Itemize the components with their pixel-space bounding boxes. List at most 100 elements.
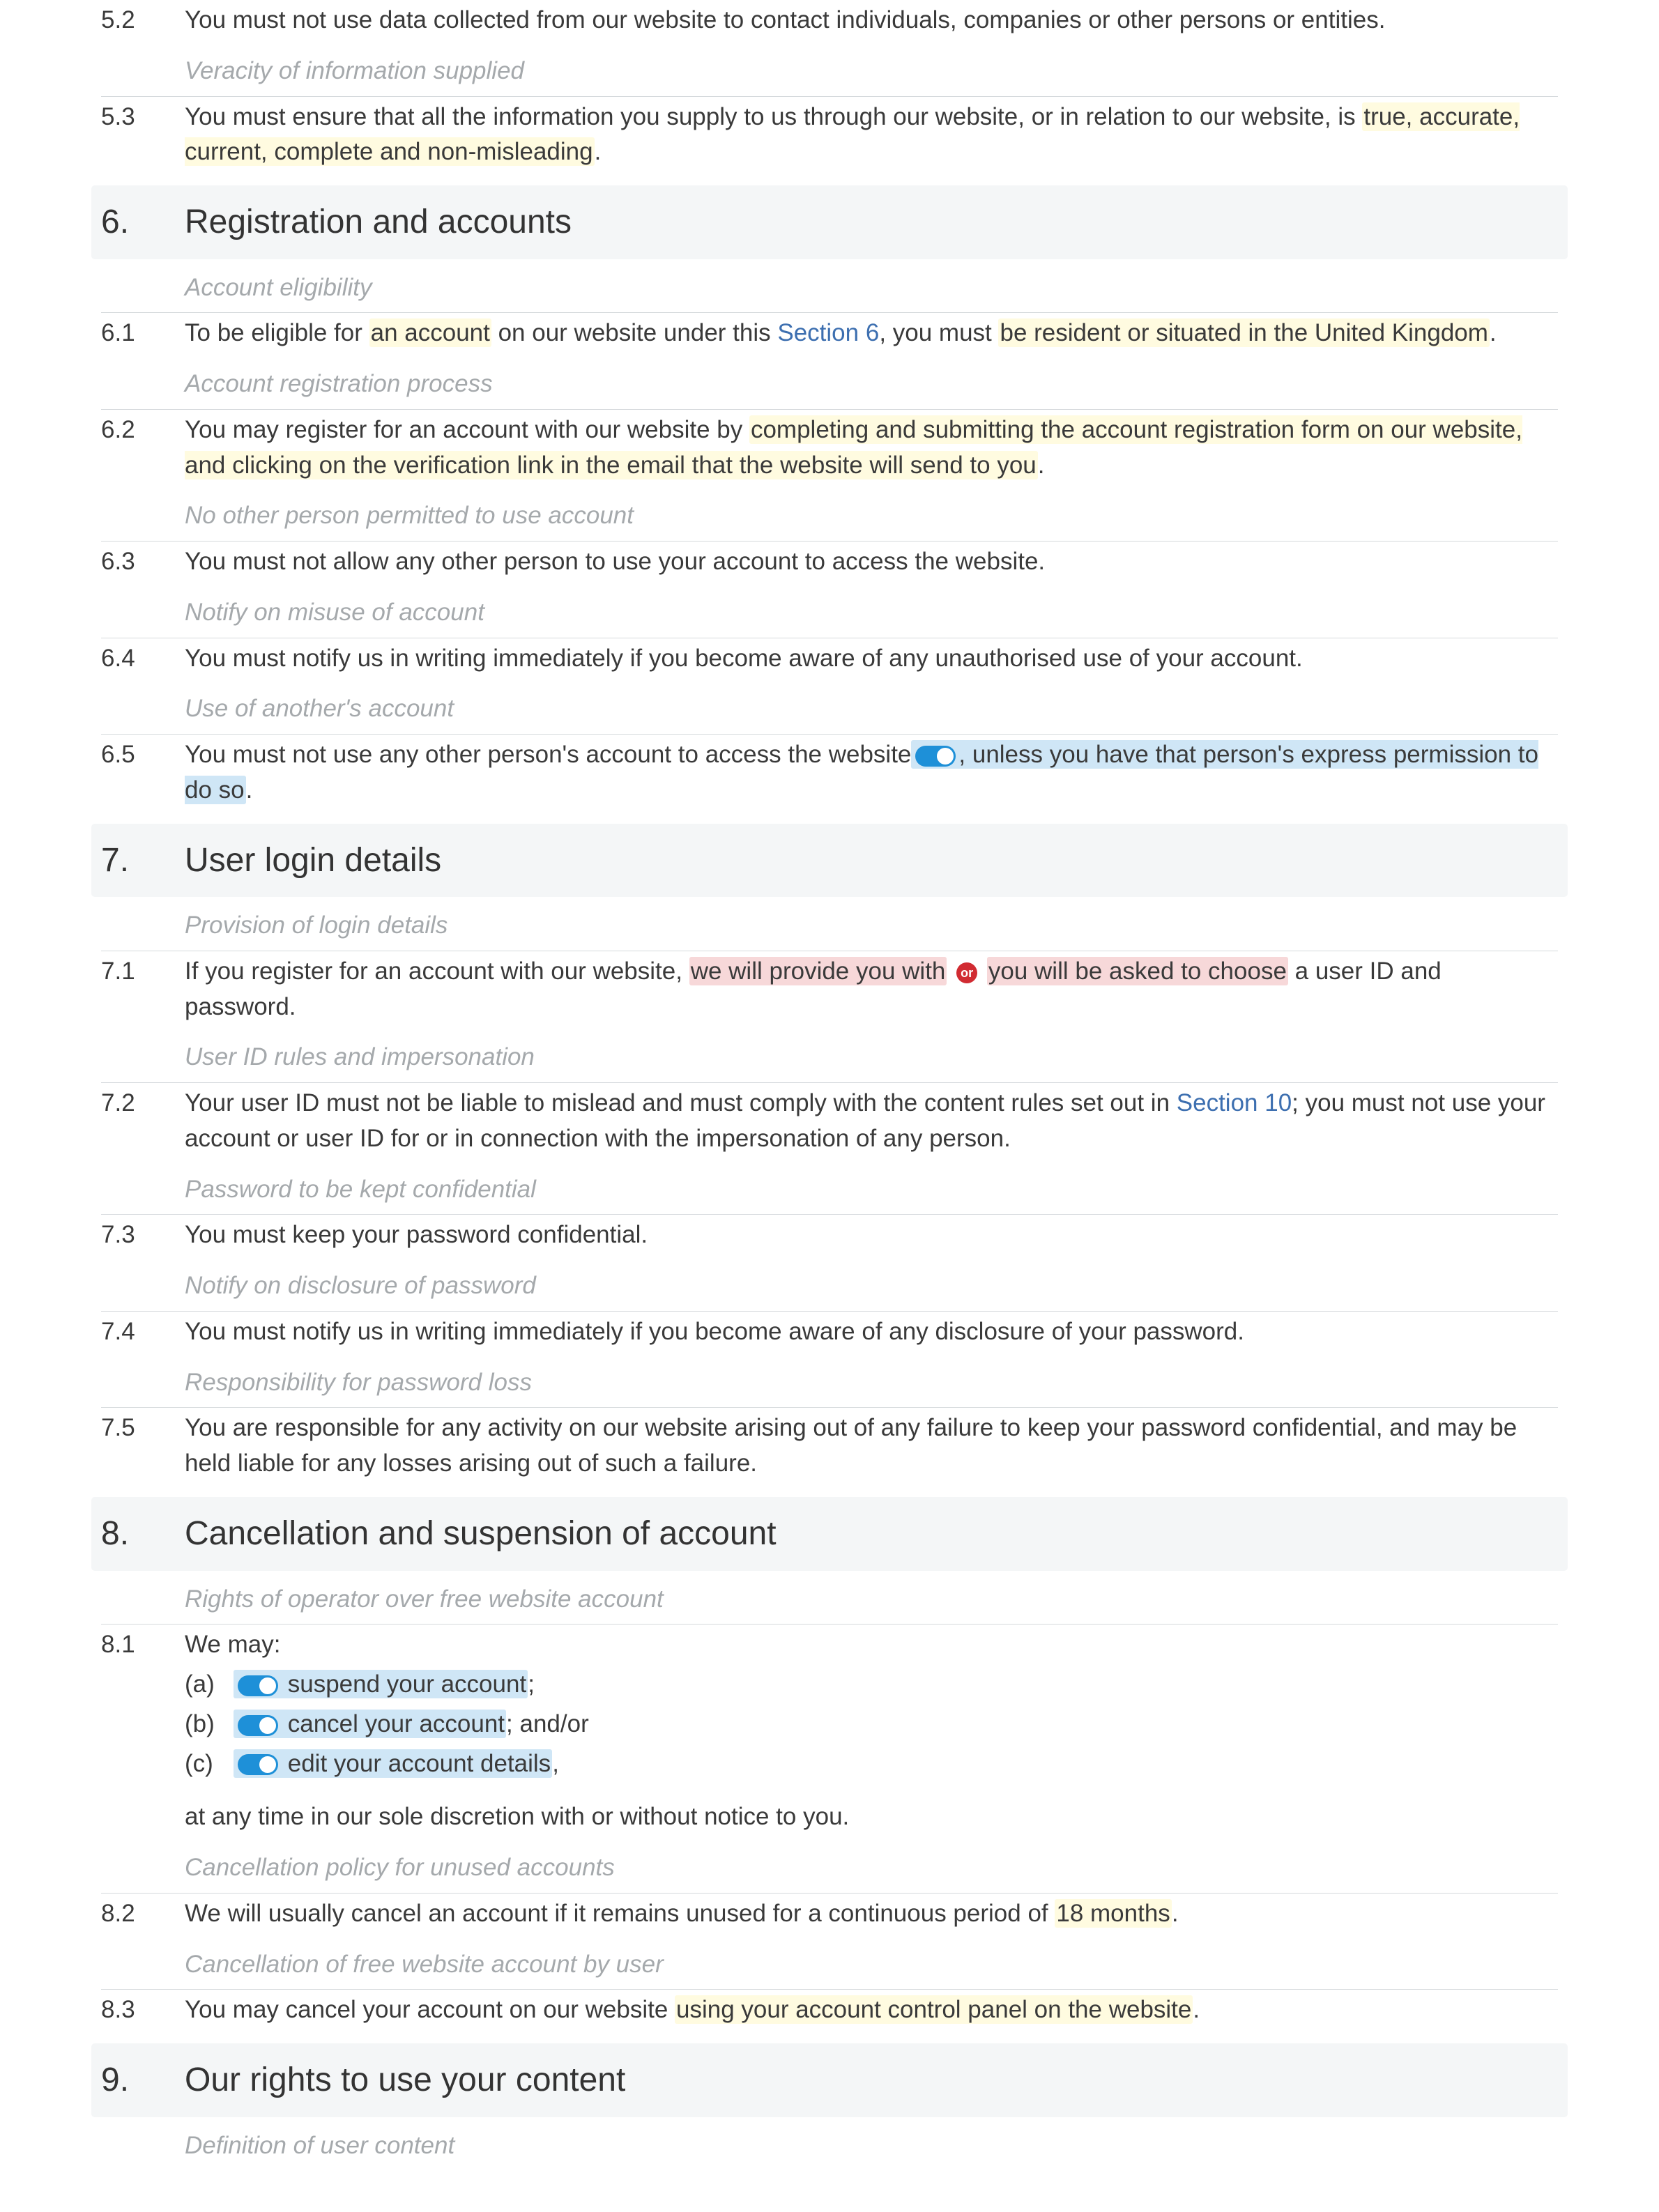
note-text: Cancellation of free website account by … <box>185 1947 1558 1983</box>
clause-text: You are responsible for any activity on … <box>185 1411 1558 1482</box>
clause-text: If you register for an account with our … <box>185 954 1558 1025</box>
clause-number: 5.2 <box>101 3 185 38</box>
clause-6-2: 6.2 You may register for an account with… <box>101 410 1558 493</box>
note-userid-rules: User ID rules and impersonation <box>101 1034 1558 1083</box>
note-text: Account eligibility <box>185 270 1558 306</box>
editable-field[interactable]: 18 months <box>1055 1899 1171 1928</box>
section-number: 8. <box>101 1510 185 1558</box>
clause-text: You must not use any other person's acco… <box>185 737 1558 808</box>
clause-text: To be eligible for an account on our web… <box>185 316 1558 351</box>
editable-field[interactable]: using your account control panel on the … <box>675 1995 1193 2024</box>
note-text: Rights of operator over free website acc… <box>185 1582 1558 1618</box>
note-text: Account registration process <box>185 367 1558 402</box>
note-registration-process: Account registration process <box>101 361 1558 410</box>
note-text: No other person permitted to use account <box>185 498 1558 534</box>
section-number: 6. <box>101 198 185 247</box>
clause-7-2: 7.2 Your user ID must not be liable to m… <box>101 1083 1558 1167</box>
clause-number: 7.2 <box>101 1086 185 1157</box>
optional-clause: suspend your account <box>234 1670 528 1698</box>
clause-text: We may: (a) suspend your account; (b) ca… <box>185 1627 1558 1835</box>
list-item: (b) cancel your account; and/or <box>185 1707 1558 1742</box>
clause-number: 6.4 <box>101 641 185 677</box>
note-text: Notify on disclosure of password <box>185 1268 1558 1304</box>
optional-clause: cancel your account <box>234 1710 506 1738</box>
section-9-header: 9. Our rights to use your content <box>91 2043 1568 2117</box>
clause-text: You may register for an account with our… <box>185 413 1558 484</box>
note-no-other-person: No other person permitted to use account <box>101 493 1558 542</box>
toggle-icon[interactable] <box>915 746 956 767</box>
clause-number: 6.1 <box>101 316 185 351</box>
toggle-icon[interactable] <box>238 1754 278 1775</box>
note-cancellation-unused: Cancellation policy for unused accounts <box>101 1845 1558 1894</box>
section-8-header: 8. Cancellation and suspension of accoun… <box>91 1497 1568 1571</box>
clause-7-5: 7.5 You are responsible for any activity… <box>101 1408 1558 1491</box>
section-7-header: 7. User login details <box>91 824 1568 898</box>
clause-number: 7.5 <box>101 1411 185 1482</box>
section-title: Our rights to use your content <box>185 2056 1558 2105</box>
list-item: (a) suspend your account; <box>185 1667 1558 1703</box>
note-provision-login: Provision of login details <box>101 903 1558 951</box>
note-text: Responsibility for password loss <box>185 1365 1558 1401</box>
note-responsibility-loss: Responsibility for password loss <box>101 1360 1558 1408</box>
alternative-option[interactable]: you will be asked to choose <box>987 957 1288 985</box>
clause-text: You must ensure that all the information… <box>185 100 1558 171</box>
section-title: Cancellation and suspension of account <box>185 1510 1558 1558</box>
clause-text: You may cancel your account on our websi… <box>185 1992 1558 2028</box>
clause-number: 8.3 <box>101 1992 185 2028</box>
note-cancellation-user: Cancellation of free website account by … <box>101 1942 1558 1990</box>
clause-6-1: 6.1 To be eligible for an account on our… <box>101 313 1558 361</box>
clause-number: 7.3 <box>101 1218 185 1253</box>
clause-8-1: 8.1 We may: (a) suspend your account; (b… <box>101 1625 1558 1845</box>
editable-field[interactable]: be resident or situated in the United Ki… <box>998 318 1489 347</box>
note-account-eligibility: Account eligibility <box>101 265 1558 314</box>
note-text: Provision of login details <box>185 908 1558 944</box>
clause-text: Your user ID must not be liable to misle… <box>185 1086 1558 1157</box>
alternative-option[interactable]: we will provide you with <box>689 957 947 985</box>
clause-6-3: 6.3 You must not allow any other person … <box>101 542 1558 590</box>
clause-number: 8.1 <box>101 1627 185 1835</box>
section-title: User login details <box>185 836 1558 885</box>
clause-6-4: 6.4 You must notify us in writing immedi… <box>101 638 1558 686</box>
note-veracity: Veracity of information supplied <box>101 48 1558 97</box>
note-text: Password to be kept confidential <box>185 1172 1558 1208</box>
note-use-another-account: Use of another's account <box>101 686 1558 735</box>
note-text: Veracity of information supplied <box>185 54 1558 89</box>
clause-text: We will usually cancel an account if it … <box>185 1896 1558 1932</box>
or-icon[interactable]: or <box>956 962 977 983</box>
editable-field[interactable]: an account <box>369 318 491 347</box>
cross-reference[interactable]: Section 10 <box>1177 1089 1292 1116</box>
clause-text: You must not use data collected from our… <box>185 3 1558 38</box>
cross-reference[interactable]: Section 6 <box>777 319 879 346</box>
clause-number: 6.5 <box>101 737 185 808</box>
clause-number: 7.1 <box>101 954 185 1025</box>
note-password-confidential: Password to be kept confidential <box>101 1167 1558 1215</box>
clause-6-5: 6.5 You must not use any other person's … <box>101 735 1558 818</box>
optional-clause: edit your account details <box>234 1749 552 1778</box>
clause-number: 7.4 <box>101 1314 185 1350</box>
note-definition-user-content: Definition of user content <box>101 2123 1558 2171</box>
clause-number: 5.3 <box>101 100 185 171</box>
toggle-icon[interactable] <box>238 1675 278 1696</box>
clause-text: You must keep your password confidential… <box>185 1218 1558 1253</box>
clause-5-3: 5.3 You must ensure that all the informa… <box>101 97 1558 181</box>
clause-number: 6.3 <box>101 544 185 580</box>
toggle-icon[interactable] <box>238 1715 278 1736</box>
clause-7-1: 7.1 If you register for an account with … <box>101 951 1558 1035</box>
section-number: 9. <box>101 2056 185 2105</box>
section-title: Registration and accounts <box>185 198 1558 247</box>
clause-text: You must not allow any other person to u… <box>185 544 1558 580</box>
note-text: Use of another's account <box>185 691 1558 727</box>
note-notify-misuse: Notify on misuse of account <box>101 590 1558 638</box>
note-text: Notify on misuse of account <box>185 595 1558 631</box>
clause-7-4: 7.4 You must notify us in writing immedi… <box>101 1312 1558 1360</box>
note-text: User ID rules and impersonation <box>185 1040 1558 1075</box>
clause-8-2: 8.2 We will usually cancel an account if… <box>101 1894 1558 1942</box>
note-text: Definition of user content <box>185 2128 1558 2164</box>
note-text: Cancellation policy for unused accounts <box>185 1850 1558 1886</box>
clause-5-2: 5.2 You must not use data collected from… <box>101 0 1558 48</box>
note-notify-disclosure: Notify on disclosure of password <box>101 1263 1558 1312</box>
clause-text: You must notify us in writing immediatel… <box>185 641 1558 677</box>
section-6-header: 6. Registration and accounts <box>91 185 1568 259</box>
clause-number: 8.2 <box>101 1896 185 1932</box>
clause-8-3: 8.3 You may cancel your account on our w… <box>101 1990 1558 2038</box>
